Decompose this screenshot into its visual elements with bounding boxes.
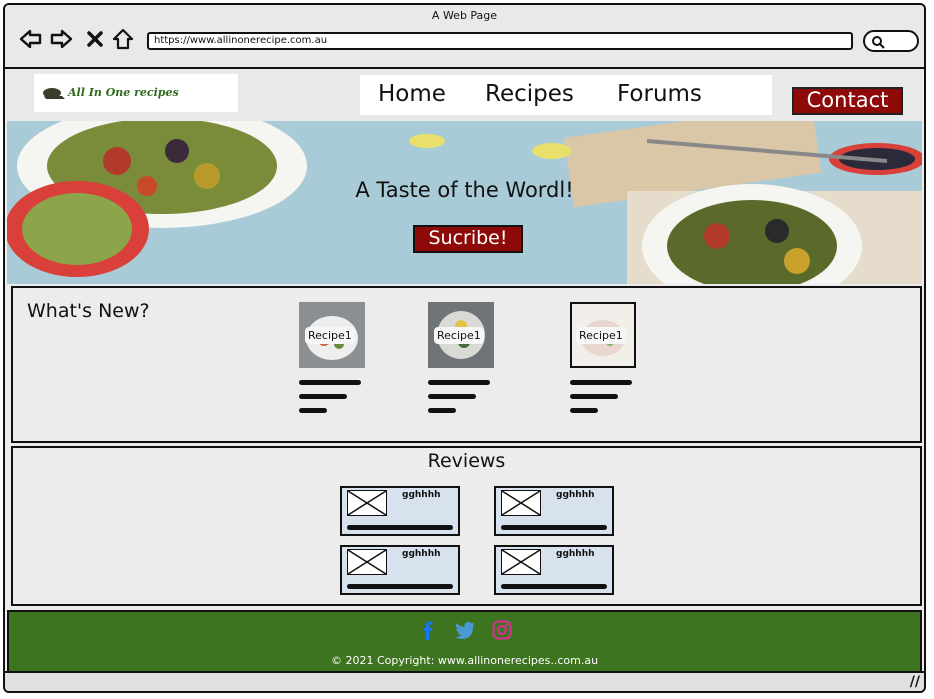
image-placeholder-icon	[347, 490, 387, 516]
recipe-label: Recipe1	[576, 327, 626, 344]
nav-home[interactable]: Home	[378, 81, 446, 107]
facebook-icon[interactable]	[418, 620, 438, 640]
recipe-description	[428, 394, 476, 399]
recipe-description	[570, 408, 598, 413]
recipe-description	[299, 394, 347, 399]
close-x-icon[interactable]	[83, 27, 107, 51]
resize-grip-icon[interactable]: //	[910, 674, 920, 690]
review-card[interactable]: gghhhh	[340, 486, 460, 536]
reviewer-name: gghhhh	[556, 490, 595, 500]
home-icon[interactable]	[111, 27, 135, 51]
back-arrow-icon[interactable]	[19, 27, 43, 51]
forward-arrow-icon[interactable]	[49, 27, 73, 51]
hero-title: A Taste of the Wordl!	[355, 178, 574, 202]
reviewer-name: gghhhh	[402, 490, 441, 500]
recipe-description	[570, 380, 632, 385]
review-text	[347, 584, 453, 589]
recipe-description	[299, 408, 327, 413]
review-card[interactable]: gghhhh	[340, 545, 460, 595]
review-card[interactable]: gghhhh	[494, 545, 614, 595]
search-button[interactable]	[863, 30, 919, 52]
review-text	[501, 525, 607, 530]
hero-banner: A Taste of the Wordl! Sucribe!	[7, 121, 922, 284]
recipe-description	[428, 408, 456, 413]
recipe-description	[299, 380, 361, 385]
recipe-label: Recipe1	[305, 327, 355, 344]
instagram-icon[interactable]	[491, 620, 512, 640]
twitter-icon[interactable]	[454, 620, 476, 640]
hero-food-image	[7, 121, 922, 284]
window-title: A Web Page	[431, 9, 498, 22]
recipe-description	[428, 380, 490, 385]
reviewer-name: gghhhh	[402, 549, 441, 559]
browser-statusbar: //	[5, 671, 924, 691]
nav-forums[interactable]: Forums	[617, 81, 702, 107]
site-header: All In One recipes Home Recipes Forums C…	[7, 69, 922, 121]
image-placeholder-icon	[501, 490, 541, 516]
recipe-label: Recipe1	[434, 327, 484, 344]
reviewer-name: gghhhh	[556, 549, 595, 559]
social-links	[9, 620, 920, 640]
copyright-text: © 2021 Copyright: www.allinonerecipes..c…	[330, 654, 599, 667]
review-text	[501, 584, 607, 589]
site-footer: © 2021 Copyright: www.allinonerecipes..c…	[7, 610, 922, 674]
site-logo[interactable]: All In One recipes	[34, 74, 238, 112]
browser-titlebar: A Web Page https://www.allinonerecipe.co…	[5, 5, 924, 69]
chef-hat-icon	[43, 88, 65, 99]
image-placeholder-icon	[501, 549, 541, 575]
whats-new-section: What's New? Recipe1 Recipe1 Recipe1	[11, 286, 922, 443]
review-card[interactable]: gghhhh	[494, 486, 614, 536]
subscribe-button[interactable]: Sucribe!	[413, 225, 523, 253]
search-icon	[872, 36, 885, 49]
url-bar[interactable]: https://www.allinonerecipe.com.au	[147, 32, 853, 50]
whats-new-title: What's New?	[27, 300, 150, 322]
review-text	[347, 525, 453, 530]
reviews-section: Reviews gghhhh gghhhh gghhhh gghhhh	[11, 446, 922, 606]
logo-text: All In One recipes	[68, 86, 179, 99]
reviews-title: Reviews	[427, 450, 506, 472]
main-nav: Home Recipes Forums	[360, 75, 772, 115]
browser-window: A Web Page https://www.allinonerecipe.co…	[3, 3, 926, 693]
nav-recipes[interactable]: Recipes	[485, 81, 574, 107]
recipe-description	[570, 394, 618, 399]
contact-button[interactable]: Contact	[792, 87, 903, 115]
image-placeholder-icon	[347, 549, 387, 575]
